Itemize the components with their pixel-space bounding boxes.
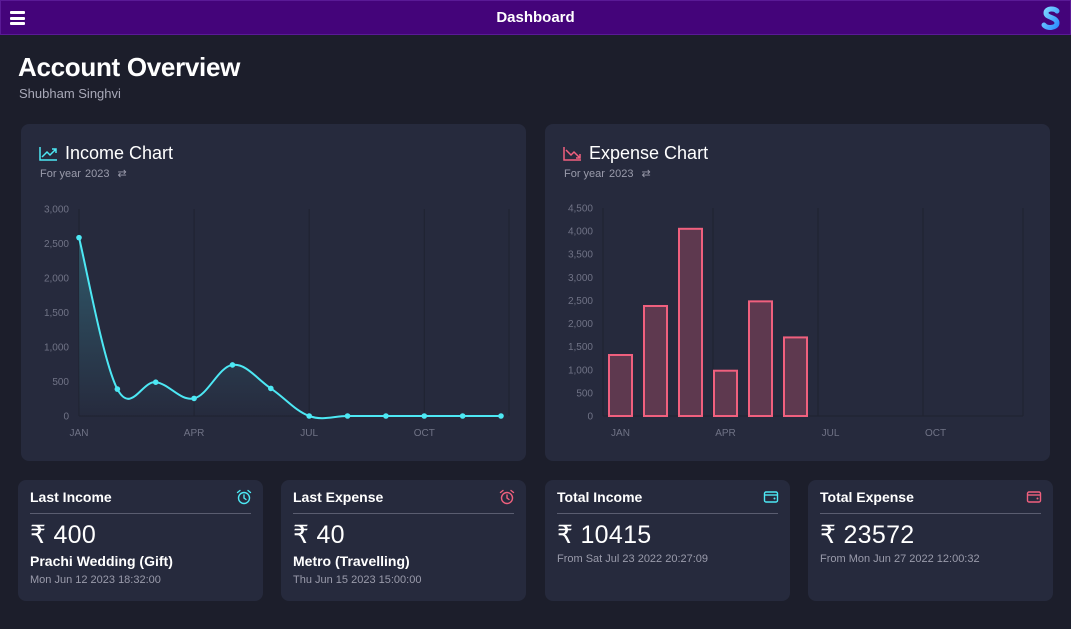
stat-date: From Mon Jun 27 2022 12:00:32 (820, 553, 980, 565)
income-data-point (114, 386, 121, 392)
x-tick-label: JUL (300, 428, 318, 439)
y-tick-label: 500 (52, 377, 69, 388)
stat-title: Last Expense (293, 489, 384, 505)
top-bar: Dashboard (0, 0, 1071, 35)
dollar-logo-icon[interactable] (1040, 4, 1062, 32)
wallet-icon (763, 491, 779, 503)
alarm-clock-icon (236, 489, 252, 505)
divider (820, 513, 1041, 514)
expense-chart-card: Expense Chart For year 2023 ⇄ 0 500 1,000 1… (545, 124, 1050, 461)
stat-title: Total Expense (820, 489, 914, 505)
y-tick-label: 2,000 (568, 319, 593, 330)
y-tick-label: 3,500 (568, 250, 593, 261)
expense-bar (678, 227, 703, 417)
stat-description: Metro (Travelling) (293, 553, 410, 569)
x-tick-label: JAN (70, 428, 89, 439)
user-name: Shubham Singhvi (19, 86, 121, 101)
income-data-point (383, 413, 389, 419)
x-tick-label: OCT (414, 428, 435, 439)
income-data-point (229, 362, 236, 368)
divider (30, 513, 251, 514)
x-tick-label: OCT (925, 428, 946, 439)
income-data-point (344, 413, 351, 419)
y-tick-label: 2,500 (568, 296, 593, 307)
income-data-point (268, 385, 274, 392)
y-tick-label: 1,500 (44, 308, 69, 319)
income-data-point (498, 413, 504, 419)
y-tick-label: 500 (576, 388, 593, 399)
total-income-card[interactable]: Total Income ₹ 10415 From Sat Jul 23 202… (545, 480, 790, 601)
total-expense-card[interactable]: Total Expense ₹ 23572 From Mon Jun 27 20… (808, 480, 1053, 601)
last-expense-card[interactable]: Last Expense ₹ 40 Metro (Travelling) Thu… (281, 480, 526, 601)
stat-value: ₹ 40 (293, 521, 345, 549)
alarm-clock-icon (499, 489, 515, 505)
y-tick-label: 2,500 (44, 239, 69, 250)
stat-title: Last Income (30, 489, 112, 505)
y-tick-label: 2,000 (44, 274, 69, 285)
expense-bar (713, 369, 738, 418)
divider (293, 513, 514, 514)
y-tick-label: 3,000 (568, 273, 593, 284)
expense-bar (643, 304, 668, 417)
y-tick-label: 1,000 (44, 343, 69, 354)
page-title: Account Overview (18, 52, 241, 82)
income-data-point (421, 413, 428, 419)
y-tick-label: 1,000 (568, 365, 593, 376)
stat-value: ₹ 23572 (820, 521, 915, 549)
income-data-point (191, 395, 197, 402)
y-tick-label: 0 (587, 412, 593, 423)
stat-title: Total Income (557, 489, 643, 505)
income-data-point (459, 413, 466, 419)
stat-date: Thu Jun 15 2023 15:00:00 (293, 574, 422, 586)
x-tick-label: APR (715, 428, 736, 439)
income-area (79, 237, 501, 419)
divider (557, 513, 778, 514)
stat-value: ₹ 400 (30, 521, 97, 549)
expense-bar (748, 300, 773, 417)
y-tick-label: 4,000 (568, 227, 593, 238)
x-tick-label: JUL (822, 428, 840, 439)
top-bar-title: Dashboard (496, 9, 575, 26)
income-line-chart: 0 500 1,000 1,500 2,000 2,500 3,000 JAN APR JUL OC… (44, 205, 510, 439)
expense-bar-chart: 0 500 1,000 1,500 2,000 2,500 3,000 3,500 4,000 4… (568, 204, 1024, 439)
expense-bar (783, 336, 808, 417)
y-tick-label: 1,500 (568, 342, 593, 353)
expense-bar (608, 353, 633, 417)
income-data-point (306, 413, 312, 419)
x-tick-label: JAN (611, 428, 630, 439)
x-tick-label: APR (184, 428, 205, 439)
y-tick-label: 0 (63, 412, 69, 423)
y-tick-label: 4,500 (568, 204, 593, 215)
income-data-point (76, 234, 82, 241)
stat-value: ₹ 10415 (557, 521, 652, 549)
stat-date: Mon Jun 12 2023 18:32:00 (30, 574, 161, 586)
stat-description: Prachi Wedding (Gift) (30, 553, 173, 569)
last-income-card[interactable]: Last Income ₹ 400 Prachi Wedding (Gift) … (18, 480, 263, 601)
y-tick-label: 3,000 (44, 205, 69, 216)
stat-date: From Sat Jul 23 2022 20:27:09 (557, 553, 709, 565)
income-data-point (152, 379, 159, 385)
wallet-icon (1026, 491, 1042, 503)
income-chart-card: Income Chart For year 2023 ⇄ 0 500 1,000 1,… (21, 124, 526, 461)
